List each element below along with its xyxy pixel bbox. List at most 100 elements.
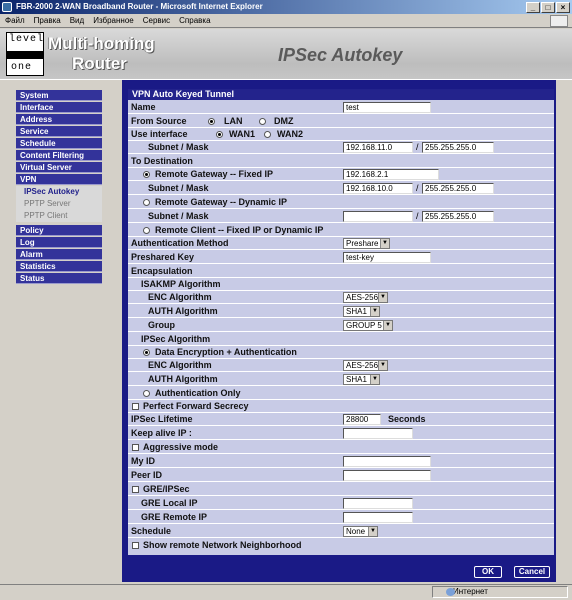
src-mask-input[interactable]: 255.255.255.0 [422,142,494,153]
dynamic-mask-input[interactable]: 255.255.255.0 [422,211,494,222]
nav-alarm[interactable]: Alarm [16,249,102,260]
fixed-mask-input[interactable]: 255.255.255.0 [422,183,494,194]
nav-virtual-server[interactable]: Virtual Server [16,162,102,173]
aggressive-checkbox[interactable] [132,444,139,451]
nav-policy[interactable]: Policy [16,225,102,236]
row-auth-method: Authentication Method Preshare ▼ [128,237,554,250]
row-isakmp-auth: AUTH Algorithm SHA1 ▼ [128,305,554,318]
row-show-remote: Show remote Network Neighborhood [128,539,554,552]
chevron-down-icon: ▼ [378,293,387,302]
group-select[interactable]: GROUP 5 ▼ [343,320,393,331]
auth-only-radio[interactable] [143,390,150,397]
preshared-key-input[interactable]: test-key [343,252,431,263]
menu-tools[interactable]: Сервис [143,14,170,28]
row-data-enc-auth: Data Encryption + Authentication [128,346,554,359]
row-isakmp-enc: ENC Algorithm AES-256 ▼ [128,291,554,304]
nav-schedule[interactable]: Schedule [16,138,102,149]
gre-label: GRE/IPSec [143,484,190,494]
pfs-checkbox[interactable] [132,403,139,410]
brand-line-2: Router [72,54,127,73]
isakmp-enc-select[interactable]: AES-256 ▼ [343,292,388,303]
row-gre-local: GRE Local IP [128,497,554,510]
isakmp-auth-select[interactable]: SHA1 ▼ [343,306,380,317]
ipsec-auth-select[interactable]: SHA1 ▼ [343,374,380,385]
sidebar-nav: System Interface Address Service Schedul… [16,90,102,285]
remote-client-radio[interactable] [143,227,150,234]
show-remote-checkbox[interactable] [132,542,139,549]
header-banner: level one Multi-homing Router IPSec Auto… [0,29,572,80]
ipsec-enc-label: ENC Algorithm [148,360,212,370]
menu-file[interactable]: Файл [5,14,25,28]
keepalive-label: Keep alive IP : [131,428,192,438]
menu-edit[interactable]: Правка [34,14,61,28]
remote-fixed-radio[interactable] [143,171,150,178]
chevron-down-icon: ▼ [368,527,377,536]
wan1-label: WAN1 [229,129,256,139]
wan1-radio[interactable] [216,131,223,138]
nav-address[interactable]: Address [16,114,102,125]
chevron-down-icon: ▼ [370,375,379,384]
gre-local-input[interactable] [343,498,413,509]
nav-statistics[interactable]: Statistics [16,261,102,272]
lan-radio[interactable] [208,118,215,125]
wan2-radio[interactable] [264,131,271,138]
minimize-button[interactable]: _ [526,2,540,13]
data-enc-auth-radio[interactable] [143,349,150,356]
remote-client-label: Remote Client -- Fixed IP or Dynamic IP [155,225,324,235]
row-to-destination: To Destination [128,155,554,168]
row-from-source: From Source LAN DMZ [128,115,554,128]
ipsec-enc-select[interactable]: AES-256 ▼ [343,360,388,371]
keepalive-input[interactable] [343,428,413,439]
isakmp-auth-label: AUTH Algorithm [148,306,218,316]
nav-interface[interactable]: Interface [16,102,102,113]
ok-button[interactable]: OK [474,566,502,578]
nav-system[interactable]: System [16,90,102,101]
schedule-select[interactable]: None ▼ [343,526,378,537]
vpn-form: Name test From Source LAN DMZ Use interf… [128,89,554,555]
row-remote-client: Remote Client -- Fixed IP or Dynamic IP [128,224,554,237]
fixed-subnet-label: Subnet / Mask [148,183,209,193]
nav-log[interactable]: Log [16,237,102,248]
nav-pptp-client[interactable]: PPTP Client [16,210,102,222]
dynamic-subnet-input[interactable] [343,211,413,222]
seconds-label: Seconds [388,414,426,424]
nav-vpn[interactable]: VPN [16,174,102,185]
peer-id-label: Peer ID [131,470,163,480]
menu-favorites[interactable]: Избранное [93,14,134,28]
chevron-down-icon: ▼ [380,239,389,248]
dmz-radio[interactable] [259,118,266,125]
auth-method-select[interactable]: Preshare ▼ [343,238,390,249]
row-my-id: My ID [128,455,554,468]
group-label: Group [148,320,175,330]
remote-fixed-ip-input[interactable]: 192.168.2.1 [343,169,439,180]
nav-content-filtering[interactable]: Content Filtering [16,150,102,161]
remote-dynamic-radio[interactable] [143,199,150,206]
name-input[interactable]: test [343,102,431,113]
logo-text-bottom: one [11,62,33,73]
peer-id-input[interactable] [343,470,431,481]
row-preshared-key: Preshared Key test-key [128,251,554,264]
gre-remote-input[interactable] [343,512,413,523]
menu-view[interactable]: Вид [70,14,84,28]
row-fixed-subnet: Subnet / Mask 192.168.10.0 / 255.255.255… [128,182,554,195]
nav-pptp-server[interactable]: PPTP Server [16,198,102,210]
row-ipsec-enc: ENC Algorithm AES-256 ▼ [128,359,554,372]
gre-checkbox[interactable] [132,486,139,493]
nav-status[interactable]: Status [16,273,102,284]
ipsec-lifetime-label: IPSec Lifetime [131,414,193,424]
gre-local-label: GRE Local IP [141,498,198,508]
my-id-input[interactable] [343,456,431,467]
cancel-button[interactable]: Cancel [514,566,550,578]
ipsec-lifetime-input[interactable]: 28800 [343,414,381,425]
menu-help[interactable]: Справка [179,14,210,28]
nav-ipsec-autokey[interactable]: IPSec Autokey [16,186,102,198]
dynamic-subnet-label: Subnet / Mask [148,211,209,221]
maximize-button[interactable]: □ [541,2,555,13]
to-destination-label: To Destination [131,156,193,166]
page-title: IPSec Autokey [278,45,403,65]
close-button[interactable]: × [556,2,570,13]
nav-service[interactable]: Service [16,126,102,137]
fixed-subnet-input[interactable]: 192.168.10.0 [343,183,413,194]
src-subnet-input[interactable]: 192.168.11.0 [343,142,413,153]
internet-zone-icon [446,588,455,596]
